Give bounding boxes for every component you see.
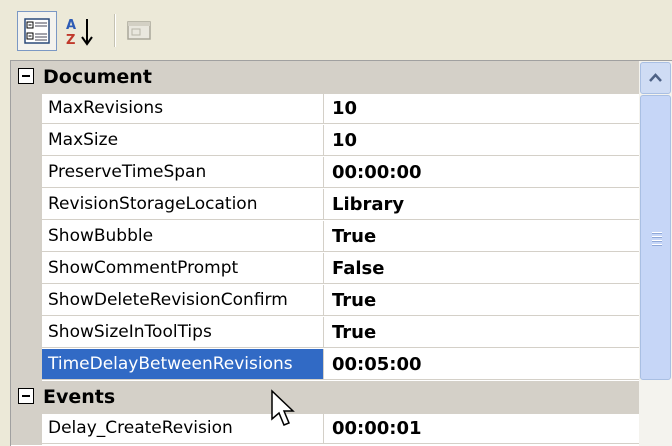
property-row-selected[interactable]: TimeDelayBetweenRevisions 00:05:00 — [11, 349, 639, 381]
scroll-thumb[interactable] — [640, 95, 671, 380]
grip-line — [652, 244, 662, 246]
property-row[interactable]: RevisionStorageLocation Library — [11, 189, 639, 221]
property-name[interactable]: ShowCommentPrompt — [42, 253, 324, 284]
property-grid[interactable]: Document MaxRevisions 10 MaxSize 10 Pres… — [10, 60, 672, 446]
collapse-icon[interactable] — [18, 68, 34, 84]
property-row[interactable]: ShowCommentPrompt False — [11, 253, 639, 285]
property-row[interactable]: MaxRevisions 10 — [11, 93, 639, 125]
grip-line — [652, 232, 662, 234]
vertical-scrollbar[interactable] — [639, 61, 672, 446]
property-value[interactable]: 10 — [324, 125, 639, 156]
property-name[interactable]: MaxSize — [42, 125, 324, 156]
property-value[interactable]: 10 — [324, 93, 639, 124]
property-row[interactable]: MaxSize 10 — [11, 125, 639, 157]
chevron-up-icon — [649, 73, 662, 82]
scroll-up-button[interactable] — [640, 62, 671, 94]
property-name[interactable]: MaxRevisions — [42, 93, 324, 124]
property-name[interactable]: ShowDeleteRevisionConfirm — [42, 285, 324, 316]
toolbar-separator — [114, 14, 116, 47]
category-label: Events — [43, 386, 116, 408]
property-name[interactable]: TimeDelayBetweenRevisions — [42, 349, 324, 380]
property-value[interactable]: True — [324, 221, 639, 252]
category-label: Document — [43, 66, 152, 88]
property-value[interactable]: Library — [324, 189, 639, 220]
svg-text:A: A — [66, 18, 76, 33]
category-events[interactable]: Events — [11, 381, 639, 414]
alphabetical-sort-button[interactable]: A Z — [61, 11, 101, 51]
property-row[interactable]: ShowDeleteRevisionConfirm True — [11, 285, 639, 317]
category-document[interactable]: Document — [11, 61, 639, 94]
property-row[interactable]: ShowSizeInToolTips True — [11, 317, 639, 349]
property-row[interactable]: ShowBubble True — [11, 221, 639, 253]
property-value[interactable]: 00:05:00 — [324, 349, 639, 380]
property-name[interactable]: PreserveTimeSpan — [42, 157, 324, 188]
property-name[interactable]: ShowSizeInToolTips — [42, 317, 324, 348]
property-value[interactable]: 00:00:00 — [324, 157, 639, 188]
property-row[interactable]: Delay_CreateRevision 00:00:01 — [11, 413, 639, 445]
property-row[interactable]: PreserveTimeSpan 00:00:00 — [11, 157, 639, 189]
property-value[interactable]: False — [324, 253, 639, 284]
grip-line — [652, 236, 662, 238]
property-value[interactable]: True — [324, 317, 639, 348]
property-grid-toolbar: A Z — [0, 0, 672, 52]
grip-line — [652, 240, 662, 242]
categorized-view-button[interactable] — [17, 11, 57, 51]
mouse-pointer-icon — [271, 389, 295, 426]
property-name[interactable]: RevisionStorageLocation — [42, 189, 324, 220]
svg-text:Z: Z — [66, 33, 75, 48]
collapse-icon[interactable] — [18, 388, 34, 404]
property-pages-button[interactable] — [120, 11, 160, 51]
categorized-view-icon — [24, 18, 50, 44]
property-pages-icon — [127, 21, 151, 40]
property-value[interactable]: 00:00:01 — [324, 413, 639, 444]
property-name[interactable]: ShowBubble — [42, 221, 324, 252]
property-value[interactable]: True — [324, 285, 639, 316]
alphabetical-sort-icon: A Z — [66, 18, 93, 48]
